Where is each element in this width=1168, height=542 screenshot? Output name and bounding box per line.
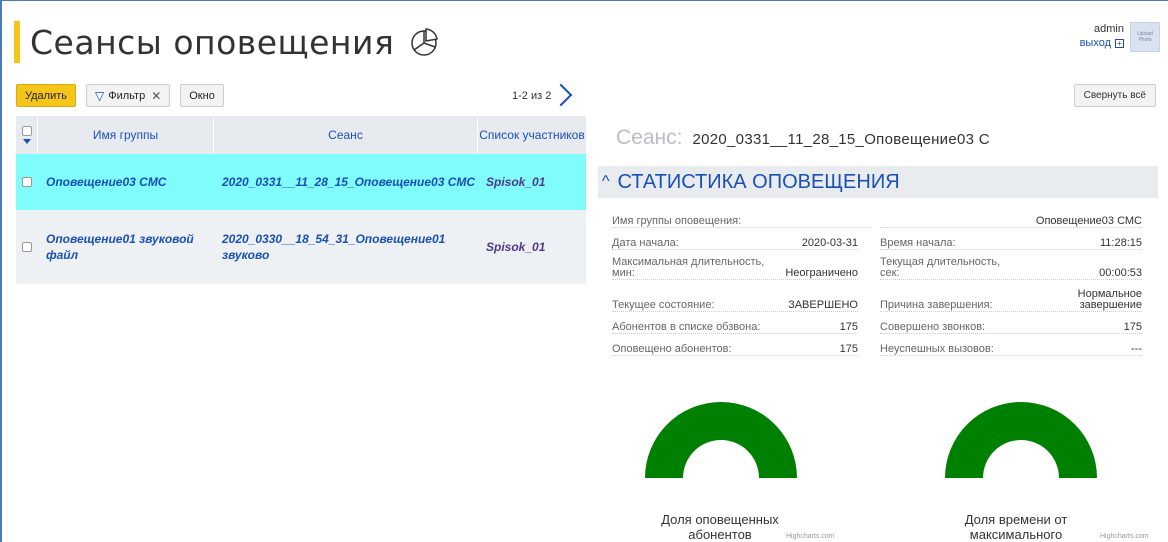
highcharts-credit[interactable]: Highcharts.com	[786, 533, 835, 540]
column-header-session[interactable]: Сеанс	[214, 116, 478, 154]
stat-calls: Совершено звонков: 175	[880, 316, 1142, 334]
stat-max-duration: Максимальная длительность, мин: Неограни…	[612, 252, 858, 280]
table-header: Имя группы Сеанс Список участников	[16, 116, 586, 154]
pie-chart-icon[interactable]	[408, 26, 440, 58]
avatar[interactable]: Upload Photo	[1130, 22, 1160, 52]
section-title: СТАТИСТИКА ОПОВЕЩЕНИЯ	[617, 170, 900, 193]
logout-icon[interactable]: +	[1115, 39, 1124, 48]
stat-start-date: Дата начала: 2020-03-31	[612, 232, 858, 250]
page-title: Сеансы оповещения	[30, 22, 395, 62]
row-session[interactable]: 2020_0331__11_28_15_Оповещение03 СМС	[214, 174, 478, 190]
table-row[interactable]: Оповещение01 звуковой файл 2020_0330__18…	[16, 210, 586, 284]
session-header: Сеанс: 2020_0331__11_28_15_Оповещение03 …	[598, 126, 1158, 166]
gauge-notified-label: Доля оповещенных абонентов	[661, 512, 779, 542]
stat-notified: Оповещено абонентов: 175	[612, 338, 858, 356]
stat-group: Имя группы оповещения:	[612, 210, 872, 228]
delete-button[interactable]: Удалить	[16, 84, 76, 107]
stats-block: Имя группы оповещения: Оповещение03 СМС …	[598, 198, 1158, 368]
stat-reason: Причина завершения: Нормальное завершени…	[880, 284, 1142, 312]
filter-icon: ▽	[95, 88, 105, 103]
gauge-notified	[645, 402, 797, 478]
stats-section-toggle[interactable]: ^ СТАТИСТИКА ОПОВЕЩЕНИЯ	[598, 166, 1158, 198]
row-checkbox[interactable]	[22, 242, 32, 252]
next-page-icon[interactable]	[557, 84, 571, 108]
title-accent	[14, 21, 20, 63]
row-session[interactable]: 2020_0330__18_54_31_Оповещение01 звуково	[214, 231, 478, 263]
session-value: 2020_0331__11_28_15_Оповещение03 С	[692, 131, 990, 148]
toolbar: Удалить ▽ Фильтр ✕ Окно	[16, 84, 234, 107]
row-group[interactable]: Оповещение03 СМС	[38, 174, 214, 190]
logout-link[interactable]: выход +	[1080, 36, 1124, 50]
window-button[interactable]: Окно	[180, 84, 224, 107]
stat-failed: Неуспешных вызовов: ---	[880, 338, 1142, 356]
user-box: admin выход + Upload Photo	[1080, 22, 1160, 52]
select-all-cell	[16, 116, 38, 154]
detail-panel: Сеанс: 2020_0331__11_28_15_Оповещение03 …	[598, 126, 1158, 368]
sort-down-icon[interactable]	[23, 139, 31, 144]
stat-cur-duration: Текущая длительность, сек: 00:00:53	[880, 252, 1142, 280]
logout-label[interactable]: выход	[1080, 37, 1111, 49]
column-header-list[interactable]: Список участников	[478, 116, 586, 154]
gauge-time-label: Доля времени от максимального	[964, 512, 1068, 542]
sessions-table: Имя группы Сеанс Список участников Опове…	[16, 116, 586, 284]
collapse-all-button[interactable]: Свернуть всё	[1073, 84, 1156, 107]
row-group[interactable]: Оповещение01 звуковой файл	[38, 231, 214, 263]
gauge-notified-arc	[645, 402, 797, 478]
stat-subscribers: Абонентов в списке обзвона: 175	[612, 316, 858, 334]
column-header-group[interactable]: Имя группы	[38, 116, 214, 154]
highcharts-credit[interactable]: Highcharts.com	[1100, 533, 1149, 540]
filter-label: Фильтр	[108, 89, 146, 102]
pager: 1-2 из 2	[512, 84, 571, 108]
row-list[interactable]: Spisok_01	[478, 174, 586, 190]
select-all-checkbox[interactable]	[22, 126, 32, 136]
stat-group-value: Оповещение03 СМС	[880, 210, 1142, 228]
row-checkbox[interactable]	[22, 177, 32, 187]
filter-button[interactable]: ▽ Фильтр ✕	[86, 84, 171, 107]
user-name: admin	[1094, 23, 1124, 35]
page-header: Сеансы оповещения	[14, 20, 440, 64]
gauge-time-arc	[945, 402, 1097, 478]
gauge-time	[945, 402, 1097, 478]
row-list[interactable]: Spisok_01	[478, 239, 586, 255]
chevron-up-icon[interactable]: ^	[602, 173, 610, 191]
stat-state: Текущее состояние: ЗАВЕРШЕНО	[612, 294, 858, 312]
table-row[interactable]: Оповещение03 СМС 2020_0331__11_28_15_Опо…	[16, 154, 586, 210]
session-label: Сеанс:	[616, 126, 683, 149]
stat-start-time: Время начала: 11:28:15	[880, 232, 1142, 250]
clear-filter-icon[interactable]: ✕	[151, 89, 161, 103]
pager-text: 1-2 из 2	[512, 90, 552, 102]
